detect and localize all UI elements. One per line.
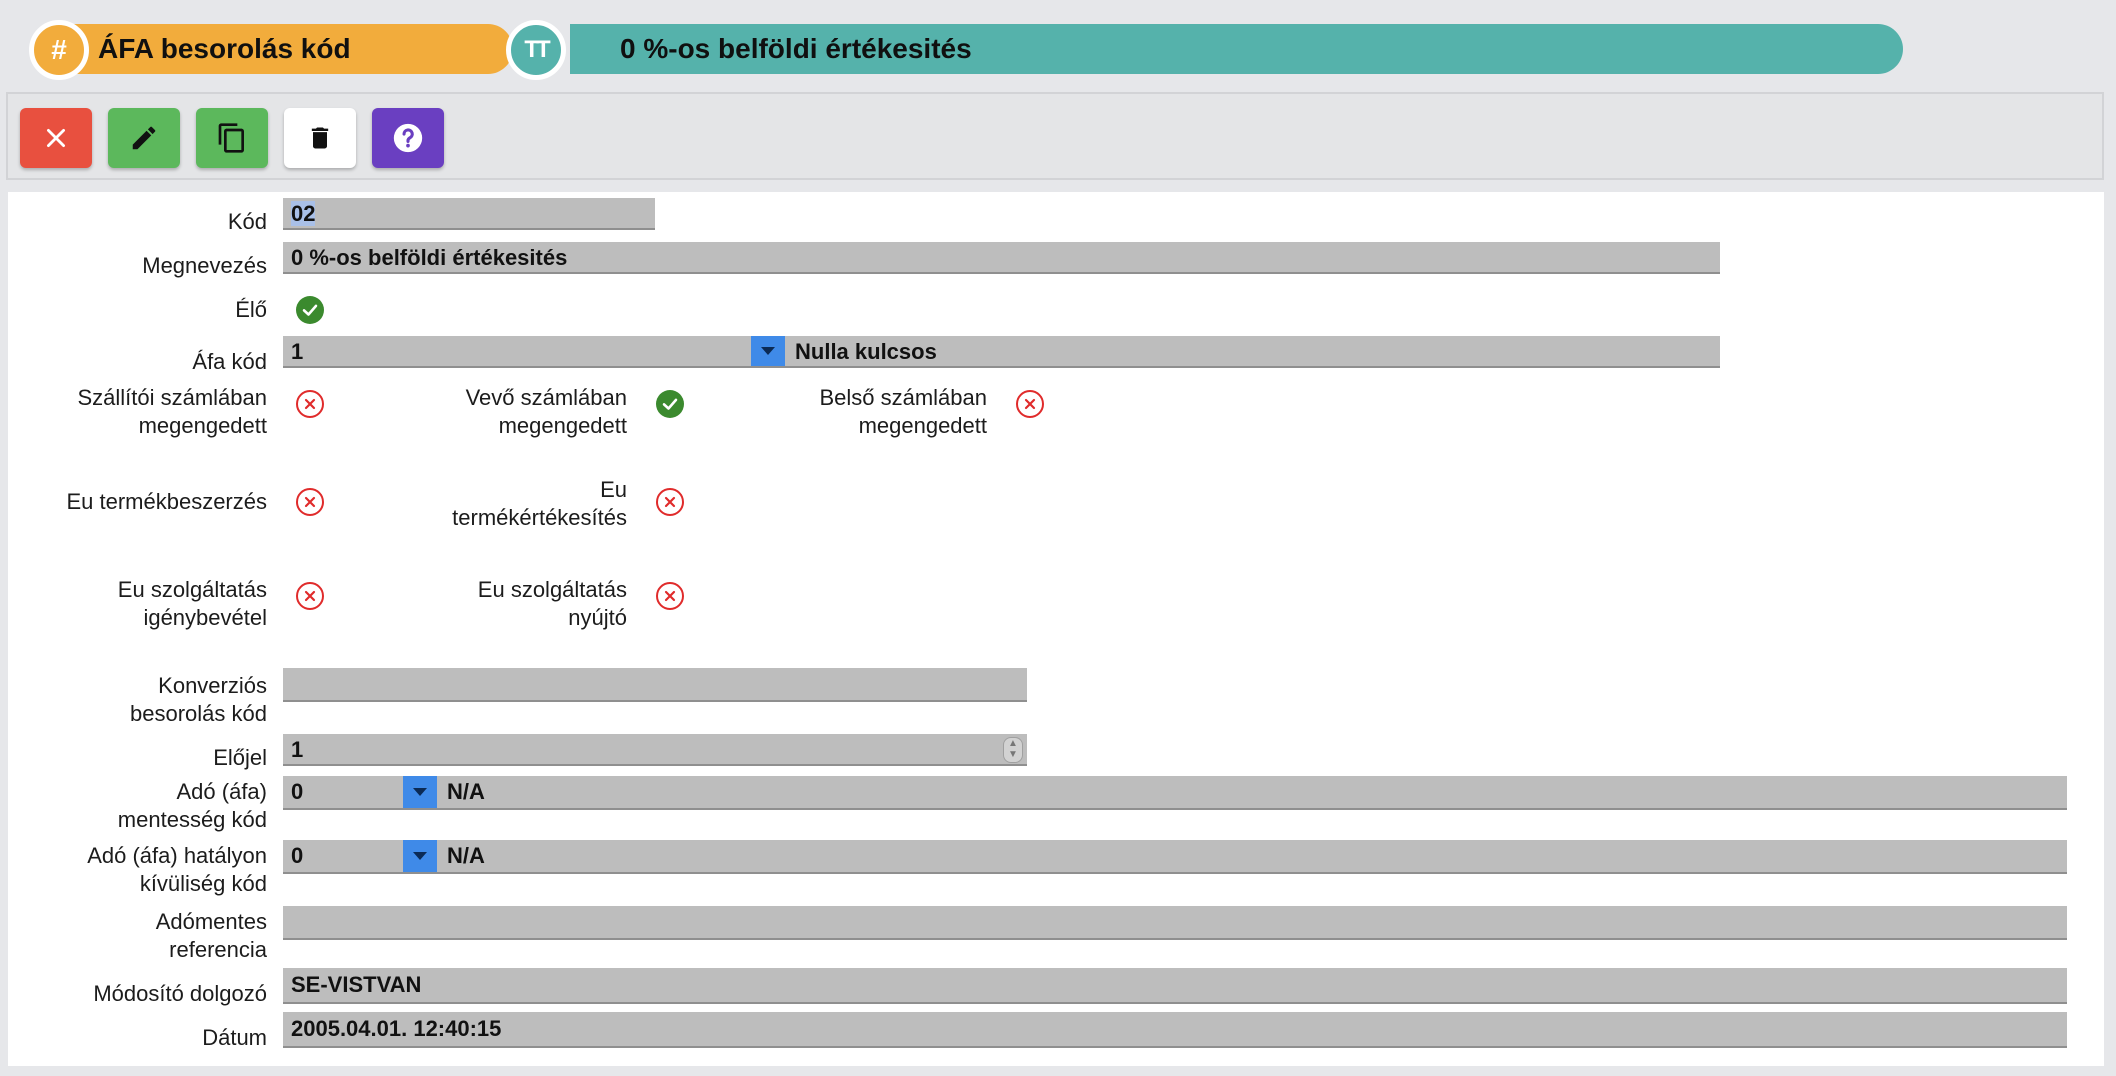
help-icon [393, 123, 423, 153]
afa-kod-label: Áfa kód [192, 349, 267, 374]
megnevezes-field[interactable]: 0 %-os belföldi értékesités [283, 242, 1720, 274]
eu-szolg-nyujto-cross-icon[interactable] [656, 582, 684, 610]
edit-button[interactable] [108, 108, 180, 168]
delete-button[interactable] [284, 108, 356, 168]
mentesseg-value: 0 [291, 779, 304, 804]
afa-kod-select[interactable]: 1 Nulla kulcsos [283, 336, 1720, 368]
adomentes-ref-label: Adómentes referencia [155, 909, 267, 962]
modosito-field[interactable]: SE-VISTVAN [283, 968, 2067, 1004]
hatalyon-kivul-description: N/A [447, 843, 485, 868]
eu-termekertekesites-label: Eu termékértékesítés [452, 477, 627, 530]
eu-termekbeszerzes-cross-icon[interactable] [296, 488, 324, 516]
mentesseg-label: Adó (áfa) mentesség kód [117, 779, 267, 832]
mentesseg-description: N/A [447, 779, 485, 804]
kod-label: Kód [227, 209, 267, 234]
belso-label: Belső számlában megengedett [819, 385, 987, 438]
pencil-icon [132, 126, 156, 150]
vevo-check-icon[interactable] [656, 390, 684, 418]
elojel-value: 1 [291, 737, 304, 762]
trash-icon [311, 127, 329, 149]
elojel-label: Előjel [213, 745, 267, 770]
elojel-number-field[interactable]: 1 ▲ ▼ [283, 734, 1027, 766]
record-form: Kód 02 Megnevezés 0 %-os belföldi értéke… [8, 192, 2104, 1066]
megnevezes-label: Megnevezés [142, 253, 267, 278]
eu-termekbeszerzes-label: Eu termékbeszerzés [66, 489, 267, 514]
kod-field[interactable]: 02 [283, 198, 655, 230]
kod-value: 02 [291, 201, 316, 226]
close-button[interactable] [20, 108, 92, 168]
adomentes-ref-field[interactable] [283, 906, 2067, 940]
copy-button[interactable] [196, 108, 268, 168]
datum-label: Dátum [202, 1025, 267, 1050]
szallitoi-cross-icon[interactable] [296, 390, 324, 418]
toolbar [6, 92, 2104, 180]
eu-termekertekesites-cross-icon[interactable] [656, 488, 684, 516]
hatalyon-kivul-label: Adó (áfa) hatályon kívüliség kód [87, 843, 267, 896]
datum-field[interactable]: 2005.04.01. 12:40:15 [283, 1012, 2067, 1048]
elo-check-icon[interactable] [296, 296, 324, 324]
mentesseg-dropdown-icon[interactable] [403, 776, 437, 808]
hatalyon-kivul-dropdown-icon[interactable] [403, 840, 437, 872]
belso-cross-icon[interactable] [1016, 390, 1044, 418]
elo-label: Élő [235, 297, 267, 322]
hash-icon: # [29, 20, 89, 80]
konverzios-label: Konverziós besorolás kód [130, 673, 267, 726]
copy-icon [218, 123, 244, 153]
name-header-pill: 0 %-os belföldi értékesités [570, 24, 1903, 74]
afa-kod-description: Nulla kulcsos [795, 339, 937, 364]
modosito-label: Módosító dolgozó [93, 981, 267, 1006]
eu-szolg-igeny-label: Eu szolgáltatás igénybevétel [117, 577, 267, 630]
mentesseg-select[interactable]: 0 N/A [283, 776, 2067, 810]
eu-szolg-nyujto-label: Eu szolgáltatás nyújtó [477, 577, 627, 630]
konverzios-field[interactable] [283, 668, 1027, 702]
code-header-pill: ÁFA besorolás kód [58, 24, 513, 74]
afa-kod-value: 1 [291, 339, 304, 364]
text-type-icon: TT [506, 20, 566, 80]
close-icon [47, 129, 65, 147]
code-header-label: ÁFA besorolás kód [98, 33, 351, 64]
vevo-label: Vevő számlában megengedett [465, 385, 627, 438]
hatalyon-kivul-value: 0 [291, 843, 304, 868]
elojel-spinner-icon[interactable]: ▲ ▼ [1003, 737, 1023, 763]
afa-kod-dropdown-icon[interactable] [751, 336, 785, 366]
name-header-value: 0 %-os belföldi értékesités [620, 33, 972, 64]
hatalyon-kivul-select[interactable]: 0 N/A [283, 840, 2067, 874]
szallitoi-label: Szállítói számlában megengedett [77, 385, 267, 438]
help-button[interactable] [372, 108, 444, 168]
eu-szolg-igeny-cross-icon[interactable] [296, 582, 324, 610]
